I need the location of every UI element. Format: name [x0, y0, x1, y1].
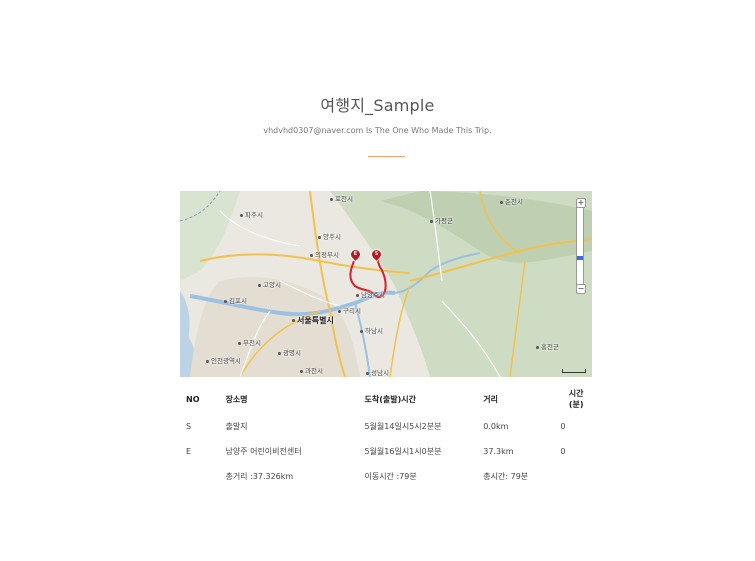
header-minutes-line1: 시간 — [568, 389, 584, 398]
zoom-in-button[interactable]: + — [576, 198, 586, 208]
map-label: 고양시 — [258, 279, 281, 289]
row-minutes: 0 — [560, 447, 566, 456]
header-minutes-line2: (분) — [568, 400, 584, 409]
map-label: 성남시 — [366, 367, 389, 377]
map-label: 파주시 — [240, 209, 263, 219]
map-label: 가평군 — [430, 215, 453, 225]
row-marker-start: S — [186, 422, 192, 431]
map-label: 하남시 — [360, 325, 383, 335]
row-distance: 37.3km — [483, 447, 514, 456]
trip-itinerary-table: NO 장소명 도착(출발)시간 거리 시간 (분) S 출발지 5월월14일시5… — [180, 384, 592, 489]
table-header-row: NO 장소명 도착(출발)시간 거리 시간 (분) — [180, 384, 592, 414]
map-label: 김포시 — [224, 295, 247, 305]
map-label: 부천시 — [238, 337, 261, 347]
row-distance: 0.0km — [483, 422, 509, 431]
map-label: 서울특별시 — [292, 315, 334, 326]
map-label: 양주시 — [318, 231, 341, 241]
table-summary-row: 총거리 :37.326km 이동시간 :79분 총시간: 79분 — [180, 464, 592, 489]
header-distance: 거리 — [483, 394, 499, 404]
map-label: 포천시 — [330, 193, 353, 203]
header-no: NO — [186, 394, 200, 404]
zoom-out-button[interactable]: − — [576, 284, 586, 294]
header-minutes: 시간 (분) — [560, 384, 592, 414]
row-place-name: 출발지 — [225, 422, 248, 431]
trip-author-note: vhdvhd0307@naver.com Is The One Who Made… — [263, 126, 492, 135]
table-row: S 출발지 5월월14일시5시2분분 0.0km 0 — [180, 414, 592, 439]
row-arrival-time: 5월월14일시5시2분분 — [364, 422, 442, 431]
map-label: 홍천군 — [536, 341, 559, 351]
map-label: 광명시 — [278, 347, 301, 357]
trip-title: 여행지_Sample — [320, 96, 435, 115]
map-label: 춘천시 — [500, 196, 523, 206]
zoom-slider-handle[interactable] — [577, 256, 583, 260]
summary-total-time: 총시간: 79분 — [483, 472, 529, 481]
header-place-name: 장소명 — [225, 394, 248, 404]
summary-spacer — [180, 464, 225, 489]
map-scale-bar — [562, 369, 586, 373]
title-divider — [368, 156, 405, 157]
row-place-link[interactable]: 남양주 어린이비전센터 — [225, 439, 364, 464]
header-arrival-time: 도착(출발)시간 — [364, 394, 416, 404]
row-arrival-time: 5월월16일시1시0분분 — [364, 447, 442, 456]
map-label: 과천시 — [300, 365, 323, 375]
map-label: 의정부시 — [310, 249, 339, 259]
map-label: 구리시 — [338, 305, 361, 315]
row-minutes: 0 — [560, 422, 566, 431]
row-marker-end: E — [186, 447, 192, 456]
summary-travel-time: 이동시간 :79분 — [364, 472, 417, 481]
summary-spacer-end — [560, 464, 592, 489]
map-label: 인천광역시 — [206, 355, 241, 365]
end-marker-letter: E — [353, 251, 358, 257]
map-label: 남양주시 — [356, 289, 385, 299]
zoom-slider[interactable]: + − — [576, 198, 586, 294]
table-row: E 남양주 어린이비전센터 5월월16일시1시0분분 37.3km 0 — [180, 439, 592, 464]
start-marker-letter: S — [374, 251, 379, 257]
summary-total-distance: 총거리 :37.326km — [225, 472, 294, 481]
route-map[interactable]: 포천시 춘천시 파주시 양주시 의정부시 가평군 고양시 남양주시 김포시 서울… — [180, 191, 592, 377]
